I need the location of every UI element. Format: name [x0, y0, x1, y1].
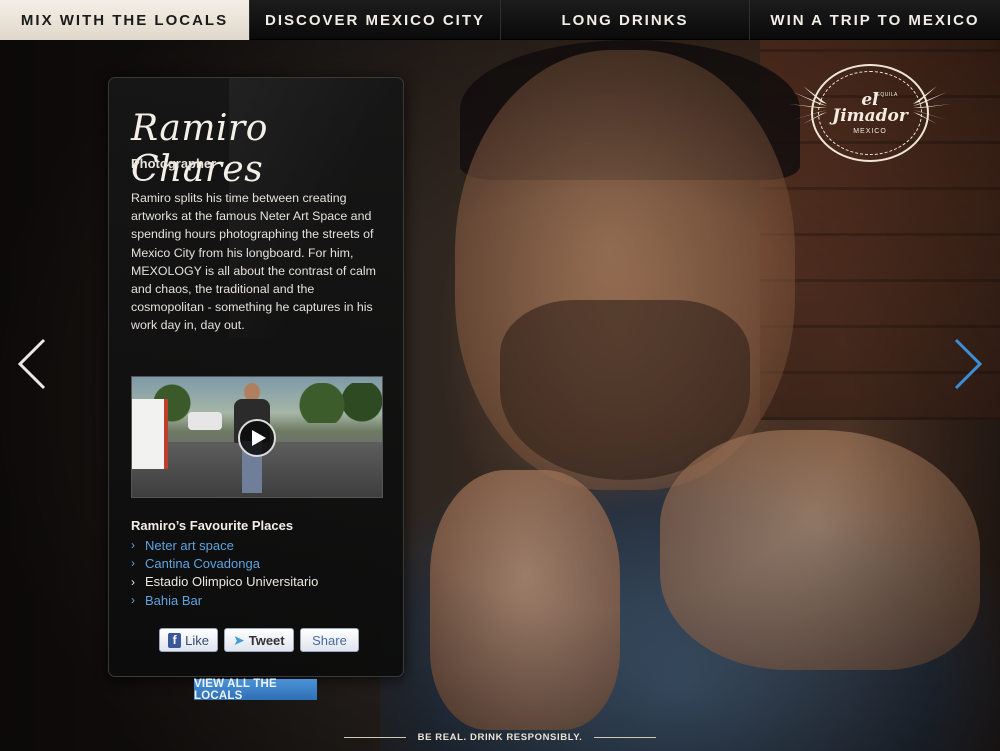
el-jimador-logo[interactable]: el Jimador TEQUILA MEXICO [789, 64, 951, 162]
previous-arrow[interactable] [14, 337, 54, 391]
footer-divider [594, 736, 657, 738]
tweet-label: Tweet [248, 632, 285, 648]
favourite-label[interactable]: Bahia Bar [145, 593, 202, 608]
chevron-right-icon [954, 338, 983, 390]
favourite-label[interactable]: Neter art space [145, 538, 234, 553]
profile-role: Photographer [131, 156, 217, 171]
tab-long-drinks[interactable]: LONG DRINKS [501, 0, 750, 40]
favourite-label[interactable]: Cantina Covadonga [145, 556, 260, 571]
logo-brand-line2: Jimador [832, 106, 908, 126]
video-player[interactable] [131, 376, 383, 498]
favourite-item[interactable]: › Cantina Covadonga [131, 554, 318, 572]
tab-win-a-trip[interactable]: WIN A TRIP TO MEXICO [750, 0, 1000, 40]
favourite-item[interactable]: › Bahia Bar [131, 591, 318, 609]
tab-discover-mexico-city[interactable]: DISCOVER MEXICO CITY [250, 0, 501, 40]
video-truck [132, 399, 168, 469]
footer: BE REAL. DRINK RESPONSIBLY. [0, 727, 1000, 747]
favourite-item[interactable]: › Estadio Olimpico Universitario [131, 573, 318, 591]
tweet-button[interactable]: ➤ Tweet [224, 628, 294, 652]
agave-right-icon [913, 86, 951, 124]
favourites-list: › Neter art space › Cantina Covadonga › … [131, 536, 318, 609]
logo-tag: TEQUILA [873, 92, 898, 98]
chevron-right-icon: › [131, 538, 135, 553]
profile-bio: Ramiro splits his time between creating … [131, 191, 376, 333]
facebook-icon: f [168, 632, 182, 648]
view-all-locals-button[interactable]: VIEW ALL THE LOCALS [194, 678, 317, 702]
twitter-bird-icon: ➤ [233, 631, 245, 648]
profile-panel: Ramiro Chares Photographer Ramiro splits… [108, 77, 404, 677]
responsibility-message: BE REAL. DRINK RESPONSIBLY. [417, 731, 583, 743]
profile-name: Ramiro Chares [131, 108, 268, 190]
top-nav: MIX WITH THE LOCALS DISCOVER MEXICO CITY… [0, 0, 1000, 40]
share-buttons: f Like ➤ Tweet Share [159, 628, 359, 652]
chevron-right-icon: › [131, 574, 135, 589]
facebook-like-button[interactable]: f Like [159, 628, 218, 652]
share-button[interactable]: Share [300, 628, 359, 652]
favourites-title: Ramiro’s Favourite Places [131, 518, 294, 533]
next-arrow[interactable] [948, 337, 988, 391]
favourite-item[interactable]: › Neter art space [131, 536, 318, 554]
chevron-right-icon: › [131, 593, 135, 608]
logo-sub: MEXICO [853, 128, 887, 135]
chevron-left-icon [17, 338, 46, 390]
chevron-right-icon: › [131, 556, 135, 571]
footer-divider [343, 736, 406, 738]
tab-mix-with-the-locals[interactable]: MIX WITH THE LOCALS [0, 0, 250, 40]
favourite-label[interactable]: Estadio Olimpico Universitario [145, 574, 318, 589]
play-icon [251, 430, 266, 446]
video-car [188, 412, 222, 430]
play-button[interactable] [238, 419, 276, 457]
like-label: Like [185, 632, 209, 648]
